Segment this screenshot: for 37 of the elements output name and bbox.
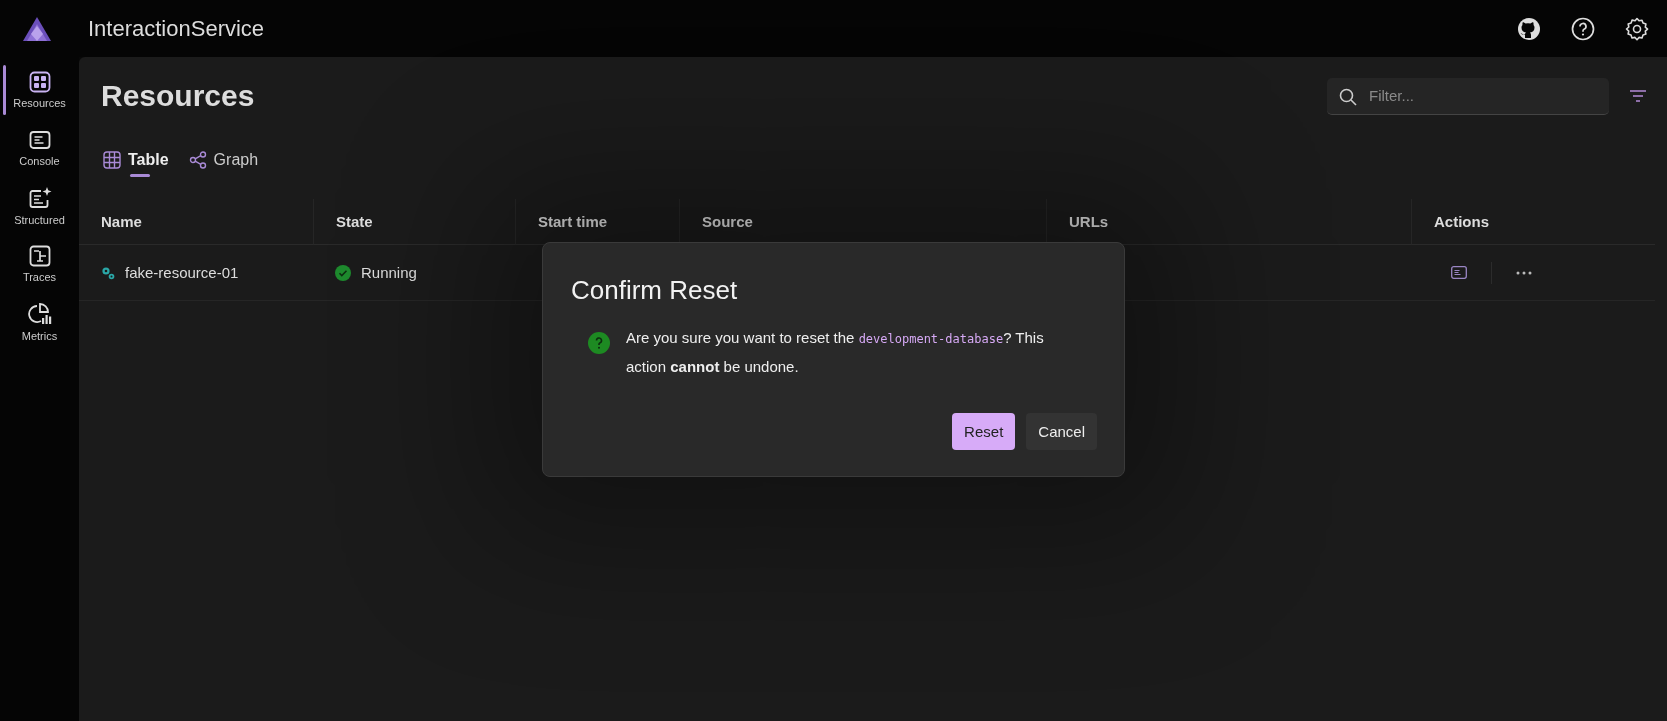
question-icon	[588, 332, 610, 354]
filter-field[interactable]: Filter...	[1327, 77, 1609, 115]
settings-icon[interactable]	[1625, 16, 1649, 41]
search-icon	[1339, 87, 1357, 106]
traces-icon	[28, 245, 51, 267]
console-icon	[28, 129, 51, 151]
logo-icon[interactable]	[22, 15, 52, 42]
resource-name[interactable]: fake-resource-01	[125, 264, 239, 281]
table-icon	[103, 151, 121, 169]
more-icon[interactable]	[1516, 270, 1532, 275]
nav-item[interactable]: Structured	[3, 177, 76, 235]
nav-item[interactable]: Traces	[3, 235, 76, 293]
nav-item[interactable]: Resources	[3, 61, 76, 119]
filter-icon[interactable]	[1629, 89, 1647, 103]
cancel-button[interactable]: Cancel	[1026, 413, 1097, 450]
app-title: InteractionService	[88, 15, 266, 42]
check-circle-icon	[335, 264, 351, 281]
page-title: Resources	[101, 79, 256, 113]
view-tab[interactable]: Graph	[186, 147, 261, 177]
grid-icon	[28, 71, 51, 93]
reset-button[interactable]: Reset	[952, 413, 1016, 450]
nav-item[interactable]: Metrics	[3, 293, 76, 351]
column-header[interactable]: State	[313, 199, 515, 245]
document-sparkle-icon	[27, 186, 52, 210]
state-text: Running	[361, 264, 417, 281]
github-icon[interactable]	[1517, 16, 1541, 41]
column-header[interactable]: Name	[79, 199, 313, 245]
view-tab[interactable]: Table	[101, 147, 171, 177]
chart-icon	[27, 302, 52, 326]
help-icon[interactable]	[1571, 16, 1595, 41]
dialog-title: Confirm Reset	[571, 275, 739, 306]
nav-item[interactable]: Console	[3, 119, 76, 177]
console-log-icon[interactable]	[1451, 266, 1467, 279]
column-header[interactable]: Actions	[1411, 199, 1655, 245]
dialog-message: Are you sure you want to reset the development-database? This action cannot be undone.	[626, 328, 1045, 377]
gears-icon	[101, 265, 115, 280]
share-nodes-icon	[188, 151, 207, 169]
